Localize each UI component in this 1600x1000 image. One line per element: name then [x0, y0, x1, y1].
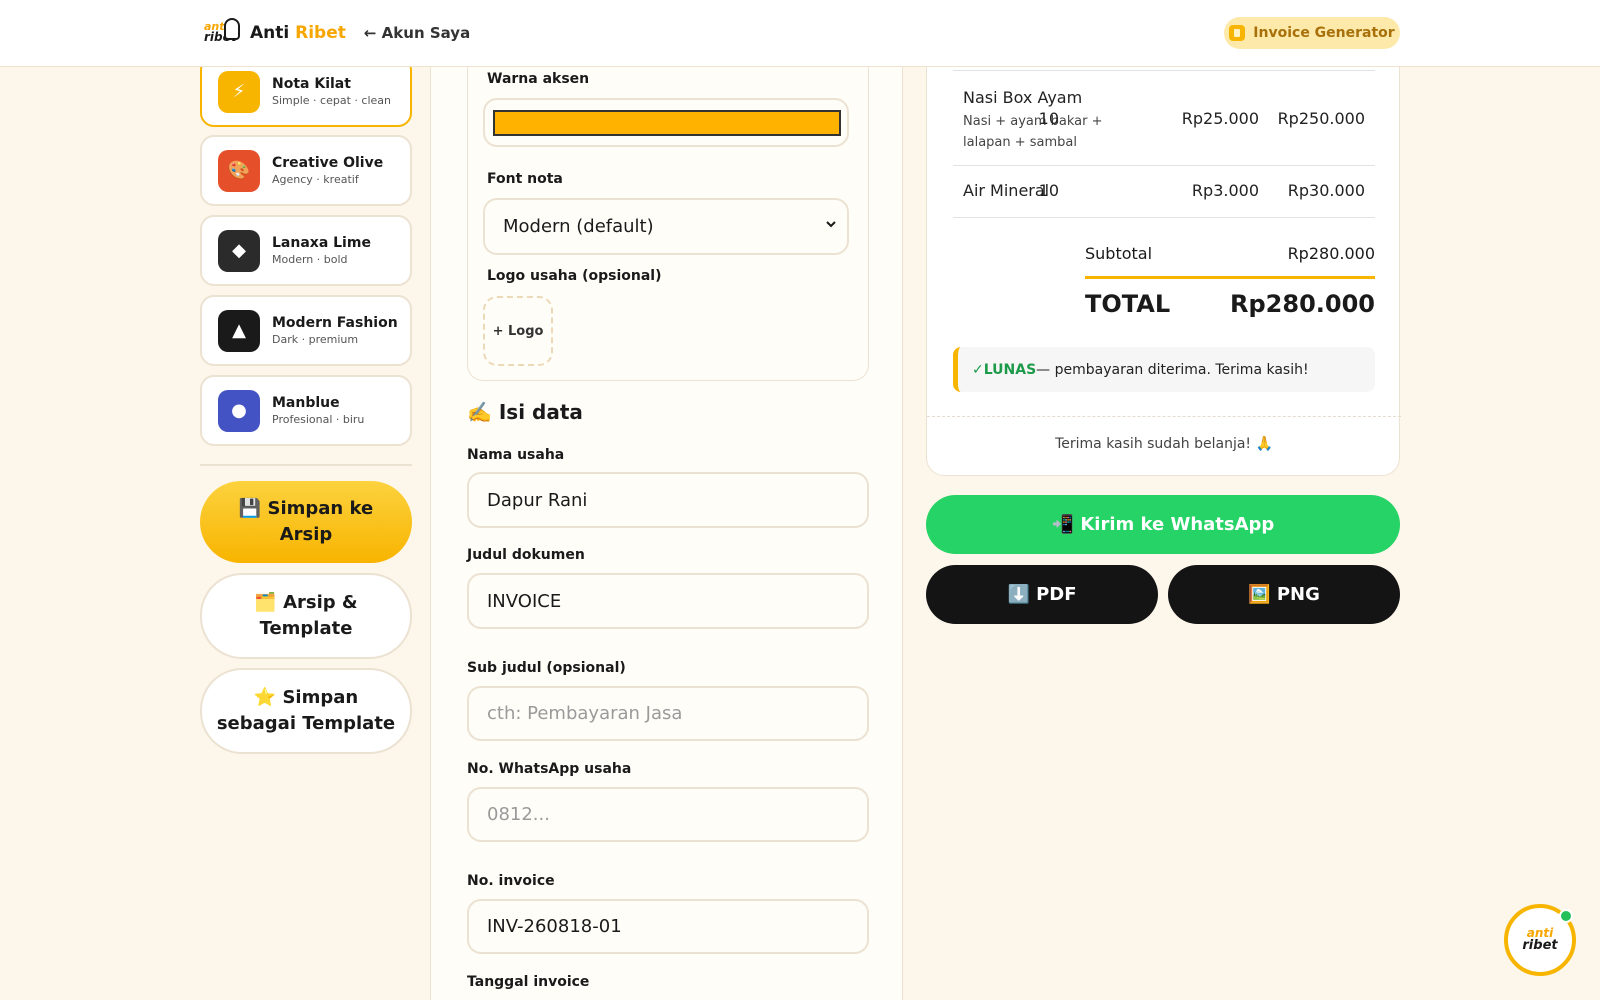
- template-name: Modern Fashion: [272, 315, 398, 331]
- save-as-template-button[interactable]: ⭐ Simpan sebagai Template: [200, 668, 412, 754]
- template-subtitle: Simple · cepat · clean: [272, 94, 391, 107]
- template-card[interactable]: 🎨 Creative Olive Agency · kreatif: [200, 135, 412, 206]
- receipt-icon: [1229, 25, 1246, 41]
- template-icon: ⚡: [218, 70, 260, 113]
- template-name: Lanaxa Lime: [272, 235, 371, 251]
- mascot-face-icon: [224, 18, 240, 40]
- brand-name[interactable]: Anti Ribet: [250, 23, 346, 43]
- thank-you-note: Terima kasih sudah belanja! 🙏: [1055, 436, 1273, 452]
- top-bar: anti ribet Anti Ribet ← Akun Saya Invoic…: [0, 0, 1600, 67]
- doc-title-input[interactable]: INVOICE: [467, 573, 869, 629]
- template-name: Manblue: [272, 395, 340, 411]
- chat-assistant-button[interactable]: anti ribet: [1504, 904, 1576, 976]
- business-name-input[interactable]: Dapur Rani: [467, 472, 869, 528]
- table-row: Nasi Box Ayam Nasi + ayam bakar + lalapa…: [953, 71, 1375, 166]
- font-select[interactable]: Modern (default): [483, 198, 849, 255]
- table-row: Air Mineral 10 Rp3.000 Rp30.000: [953, 166, 1375, 218]
- template-icon: ◆: [218, 229, 260, 272]
- form-panel: Warna aksen Font nota Modern (default) L…: [430, 0, 903, 1000]
- accent-color-swatch[interactable]: [493, 109, 841, 136]
- template-name: Nota Kilat: [272, 76, 351, 92]
- download-pdf-button[interactable]: ⬇️ PDF: [926, 565, 1158, 624]
- download-png-button[interactable]: 🖼️ PNG: [1168, 565, 1400, 624]
- template-subtitle: Profesional · biru: [272, 413, 365, 426]
- archive-template-button[interactable]: 🗂️ Arsip & Template: [200, 573, 412, 659]
- total-divider: [1085, 276, 1375, 279]
- invoice-date-label: Tanggal invoice: [467, 974, 590, 990]
- template-card[interactable]: ▲ Modern Fashion Dark · premium: [200, 295, 412, 366]
- whatsapp-input[interactable]: 0812...: [467, 787, 869, 842]
- online-indicator-icon: [1559, 909, 1573, 923]
- brand-logo-icon[interactable]: anti ribet: [204, 18, 240, 48]
- paid-status: ✓LUNAS: [972, 361, 1037, 378]
- brand: anti ribet Anti Ribet ← Akun Saya: [204, 18, 470, 48]
- template-subtitle: Modern · bold: [272, 253, 348, 266]
- template-name: Creative Olive: [272, 155, 384, 171]
- subtitle-input[interactable]: cth: Pembayaran Jasa: [467, 686, 869, 741]
- template-subtitle: Dark · premium: [272, 333, 359, 346]
- invoice-number-input[interactable]: INV-260818-01: [467, 899, 869, 954]
- accent-color-label: Warna aksen: [487, 71, 590, 87]
- save-archive-button[interactable]: 💾 Simpan ke Arsip: [200, 481, 412, 563]
- invoice-number-label: No. invoice: [467, 873, 555, 889]
- invoice-preview: Nasi Box Ayam Nasi + ayam bakar + lalapa…: [926, 0, 1401, 476]
- subtitle-label: Sub judul (opsional): [467, 660, 626, 676]
- doc-title-label: Judul dokumen: [467, 547, 585, 563]
- payment-status-banner: ✓LUNAS — pembayaran diterima. Terima kas…: [953, 347, 1375, 392]
- whatsapp-label: No. WhatsApp usaha: [467, 761, 632, 777]
- template-card[interactable]: ● Manblue Profesional · biru: [200, 375, 412, 446]
- invoice-generator-badge[interactable]: Invoice Generator: [1224, 17, 1400, 49]
- total-row: TOTAL Rp280.000: [1085, 290, 1375, 318]
- subtotal-row: Subtotal Rp280.000: [1085, 244, 1375, 263]
- template-icon: ▲: [218, 309, 260, 352]
- upload-logo-button[interactable]: + Logo: [483, 296, 553, 366]
- template-icon: 🎨: [218, 149, 260, 192]
- footer-divider: [927, 416, 1401, 417]
- chevron-down-icon: [826, 221, 836, 228]
- logo-label: Logo usaha (opsional): [487, 268, 662, 284]
- section-title-fill-data: ✍️ Isi data: [467, 400, 583, 424]
- sidebar-divider: [200, 464, 412, 466]
- font-label: Font nota: [487, 171, 563, 187]
- template-icon: ●: [218, 389, 260, 432]
- send-whatsapp-button[interactable]: 📲 Kirim ke WhatsApp: [926, 495, 1400, 554]
- template-card[interactable]: ◆ Lanaxa Lime Modern · bold: [200, 215, 412, 286]
- template-subtitle: Agency · kreatif: [272, 173, 359, 186]
- business-name-label: Nama usaha: [467, 447, 565, 463]
- back-to-account-link[interactable]: ← Akun Saya: [364, 24, 470, 42]
- accent-color-picker[interactable]: [483, 98, 849, 147]
